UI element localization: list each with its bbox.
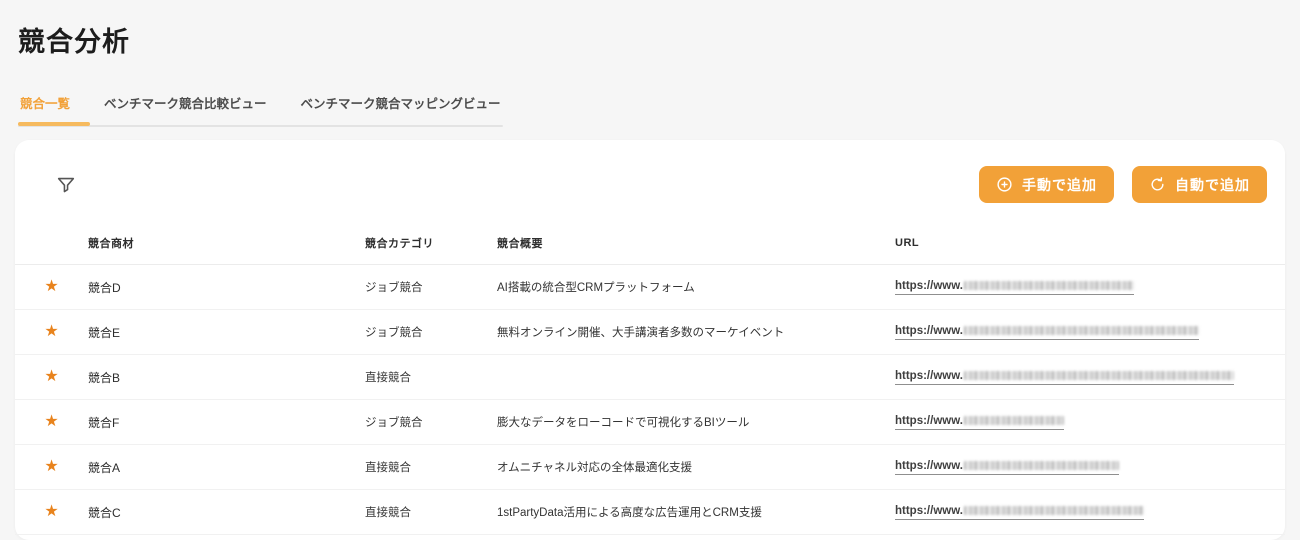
manual-add-label: 手動で追加	[1022, 175, 1097, 195]
table-row: ★ 競合F ジョブ競合 膨大なデータをローコードで可視化するBIツール http…	[15, 400, 1285, 445]
funnel-filter-icon	[55, 174, 77, 196]
competitor-url-link[interactable]: https://www.	[895, 325, 1199, 340]
favorite-star-icon[interactable]: ★	[44, 413, 58, 430]
table-header-row: 競合商材 競合カテゴリ 競合概要 URL	[15, 227, 1285, 265]
table-row: ★ 競合E ジョブ競合 無料オンライン開催、大手講演者多数のマーケイベント ht…	[15, 310, 1285, 355]
competitor-table: 競合商材 競合カテゴリ 競合概要 URL ★ 競合D ジョブ競合 AI搭載の統合…	[15, 227, 1285, 535]
manual-add-button[interactable]: 手動で追加	[979, 166, 1114, 203]
competitor-name: 競合A	[88, 445, 365, 490]
url-prefix: https://www.	[895, 505, 963, 517]
competitor-list-card: 手動で追加 自動で追加 競合商材 競合カテゴリ 競合概要	[15, 140, 1285, 540]
competitor-summary: 膨大なデータをローコードで可視化するBIツール	[497, 400, 895, 445]
competitor-summary	[497, 355, 895, 400]
tab-benchmark-mapping-view[interactable]: ベンチマーク競合マッピングビュー	[299, 93, 503, 127]
favorite-star-icon[interactable]: ★	[44, 368, 58, 385]
favorite-star-icon[interactable]: ★	[44, 278, 58, 295]
url-redacted-segment	[964, 416, 1064, 425]
competitor-category: 直接競合	[365, 490, 497, 535]
filter-button[interactable]	[53, 172, 79, 198]
page-header: 競合分析 競合一覧 ベンチマーク競合比較ビュー ベンチマーク競合マッピングビュー	[0, 0, 1300, 127]
tab-benchmark-comparison-label: ベンチマーク競合比較ビュー	[104, 97, 267, 111]
auto-add-label: 自動で追加	[1175, 175, 1250, 195]
competitor-name: 競合C	[88, 490, 365, 535]
refresh-icon	[1149, 176, 1166, 193]
column-header-star	[15, 227, 88, 265]
competitor-url-link[interactable]: https://www.	[895, 370, 1234, 385]
competitor-url-link[interactable]: https://www.	[895, 280, 1134, 295]
table-row: ★ 競合A 直接競合 オムニチャネル対応の全体最適化支援 https://www…	[15, 445, 1285, 490]
competitor-summary: 1stPartyData活用による高度な広告運用とCRM支援	[497, 490, 895, 535]
tab-bar-divider	[18, 125, 503, 127]
competitor-name: 競合D	[88, 265, 365, 310]
tab-benchmark-mapping-label: ベンチマーク競合マッピングビュー	[301, 97, 501, 111]
competitor-summary: オムニチャネル対応の全体最適化支援	[497, 445, 895, 490]
favorite-star-icon[interactable]: ★	[44, 458, 58, 475]
column-header-url: URL	[895, 227, 1285, 265]
competitor-url-link[interactable]: https://www.	[895, 505, 1144, 520]
page-title: 競合分析	[18, 20, 1282, 59]
tab-bar: 競合一覧 ベンチマーク競合比較ビュー ベンチマーク競合マッピングビュー	[18, 93, 503, 127]
competitor-category: 直接競合	[365, 445, 497, 490]
competitor-summary: 無料オンライン開催、大手講演者多数のマーケイベント	[497, 310, 895, 355]
url-prefix: https://www.	[895, 280, 963, 292]
tab-benchmark-comparison-view[interactable]: ベンチマーク競合比較ビュー	[102, 93, 269, 127]
competitor-category: ジョブ競合	[365, 310, 497, 355]
table-row: ★ 競合D ジョブ競合 AI搭載の統合型CRMプラットフォーム https://…	[15, 265, 1285, 310]
auto-add-button[interactable]: 自動で追加	[1132, 166, 1267, 203]
competitor-name: 競合E	[88, 310, 365, 355]
card-toolbar: 手動で追加 自動で追加	[15, 140, 1285, 203]
competitor-url-link[interactable]: https://www.	[895, 415, 1064, 430]
tab-competitor-list[interactable]: 競合一覧	[18, 93, 72, 127]
add-button-group: 手動で追加 自動で追加	[979, 166, 1267, 203]
competitor-url-link[interactable]: https://www.	[895, 460, 1119, 475]
url-prefix: https://www.	[895, 370, 963, 382]
url-redacted-segment	[964, 461, 1119, 470]
competitor-summary: AI搭載の統合型CRMプラットフォーム	[497, 265, 895, 310]
column-header-category: 競合カテゴリ	[365, 227, 497, 265]
url-prefix: https://www.	[895, 325, 963, 337]
column-header-name: 競合商材	[88, 227, 365, 265]
competitor-name: 競合B	[88, 355, 365, 400]
url-redacted-segment	[964, 326, 1199, 335]
competitor-category: 直接競合	[365, 355, 497, 400]
competitor-category: ジョブ競合	[365, 400, 497, 445]
url-prefix: https://www.	[895, 415, 963, 427]
favorite-star-icon[interactable]: ★	[44, 323, 58, 340]
table-row: ★ 競合C 直接競合 1stPartyData活用による高度な広告運用とCRM支…	[15, 490, 1285, 535]
url-redacted-segment	[964, 506, 1144, 515]
circle-plus-icon	[996, 176, 1013, 193]
url-redacted-segment	[964, 371, 1234, 380]
url-redacted-segment	[964, 281, 1134, 290]
tab-competitor-list-label: 競合一覧	[20, 97, 70, 111]
competitor-name: 競合F	[88, 400, 365, 445]
column-header-summary: 競合概要	[497, 227, 895, 265]
active-tab-underline	[18, 122, 90, 126]
favorite-star-icon[interactable]: ★	[44, 503, 58, 520]
url-prefix: https://www.	[895, 460, 963, 472]
table-row: ★ 競合B 直接競合 https://www.	[15, 355, 1285, 400]
competitor-category: ジョブ競合	[365, 265, 497, 310]
